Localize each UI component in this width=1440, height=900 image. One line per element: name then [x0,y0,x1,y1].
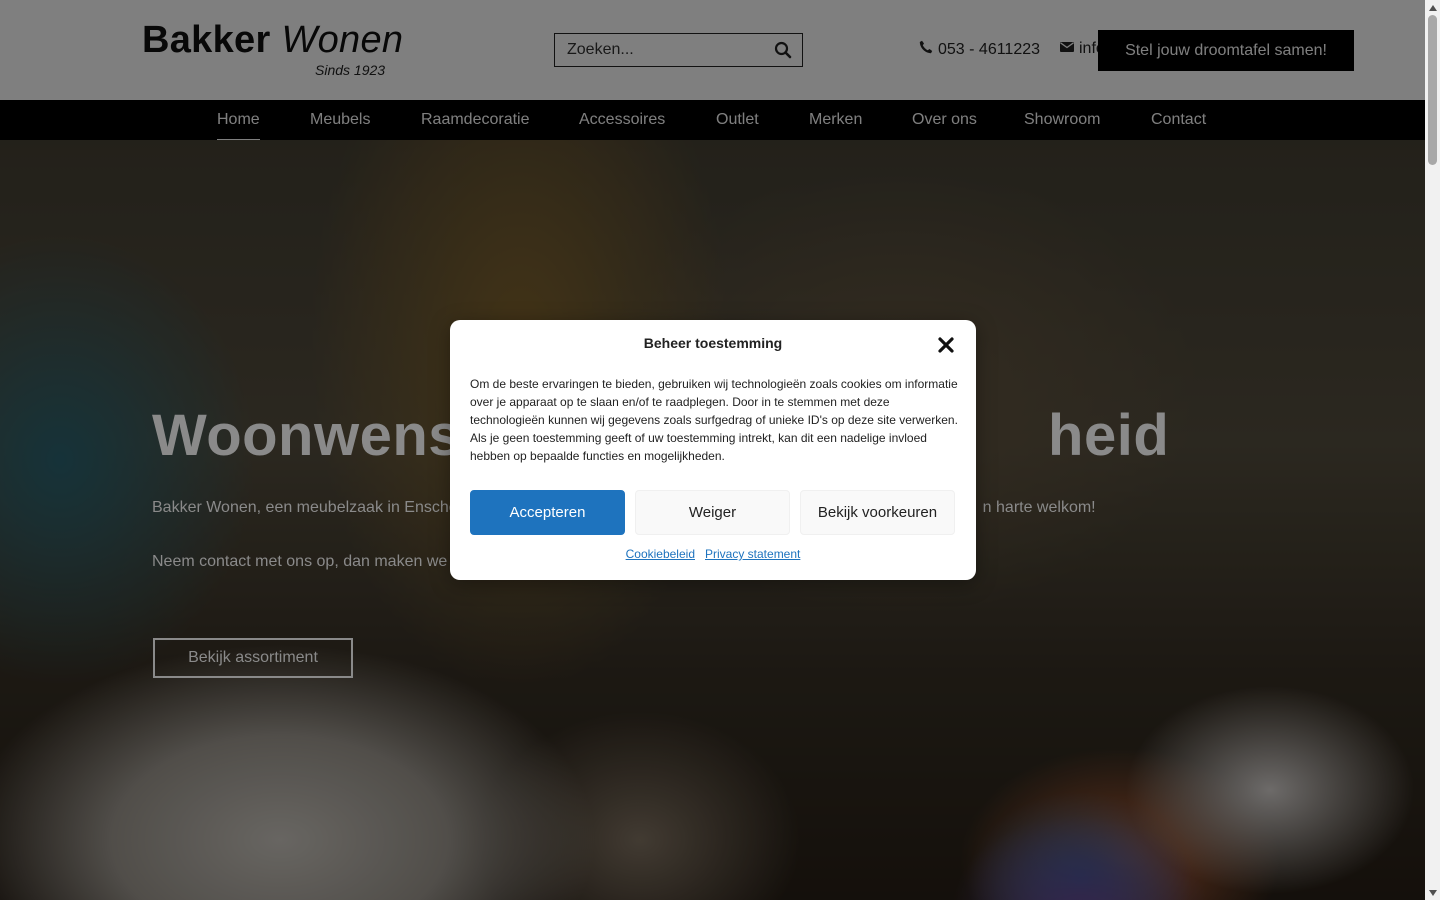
site-header: Bakker Wonen Sinds 1923 053 - 4611223 in… [0,0,1425,100]
search-icon[interactable] [774,41,792,59]
privacy-statement-link[interactable]: Privacy statement [705,547,800,561]
hero-title-left: Woonwens [152,403,462,468]
scroll-down-arrow-icon[interactable] [1425,885,1440,900]
view-assortment-button[interactable]: Bekijk assortiment [153,638,353,678]
view-preferences-button[interactable]: Bekijk voorkeuren [800,490,955,535]
scroll-up-arrow-icon[interactable] [1425,0,1440,15]
nav-item-over-ons[interactable]: Over ons [912,100,977,140]
scrollbar-thumb[interactable] [1428,15,1437,165]
search-box [554,33,803,67]
envelope-icon [1060,40,1074,58]
logo-tagline: Sinds 1923 [315,62,386,78]
phone-number: 053 - 4611223 [938,40,1041,58]
nav-item-meubels[interactable]: Meubels [310,100,370,140]
hero-intro-right: n harte welkom! [982,499,1096,516]
nav-item-raamdecoratie[interactable]: Raamdecoratie [421,100,530,140]
close-icon[interactable] [937,336,955,354]
vertical-scrollbar[interactable] [1425,0,1440,900]
email-link[interactable]: info [1060,40,1098,58]
consent-title: Beheer toestemming [643,335,783,351]
main-navigation: Home Meubels Raamdecoratie Accessoires O… [0,100,1425,140]
nav-item-accessoires[interactable]: Accessoires [579,100,665,140]
nav-item-showroom[interactable]: Showroom [1024,100,1100,140]
phone-link[interactable]: 053 - 4611223 [919,40,1040,59]
cookie-consent-dialog: Beheer toestemming Om de beste ervaringe… [450,320,976,580]
logo-word-bakker: Bakker [142,19,271,61]
hero-contact-text: Neem contact met ons op, dan maken we [152,553,448,570]
hero-title-right: heid [1048,403,1170,468]
accept-button[interactable]: Accepteren [470,490,625,535]
nav-item-outlet[interactable]: Outlet [716,100,759,140]
consent-description: Om de beste ervaringen te bieden, gebrui… [470,377,958,463]
nav-item-merken[interactable]: Merken [809,100,862,140]
cookie-policy-link[interactable]: Cookiebeleid [626,547,695,561]
nav-item-home[interactable]: Home [217,100,260,140]
logo-word-wonen: Wonen [281,19,404,61]
nav-item-contact[interactable]: Contact [1151,100,1206,140]
search-input[interactable] [555,34,765,66]
dream-table-button[interactable]: Stel jouw droomtafel samen! [1098,30,1354,71]
phone-icon [919,40,933,59]
consent-links: Cookiebeleid Privacy statement [450,547,976,561]
hero-intro-left: Bakker Wonen, een meubelzaak in Ensche [152,499,458,516]
deny-button[interactable]: Weiger [635,490,790,535]
email-address: info [1079,40,1098,57]
site-logo[interactable]: Bakker Wonen Sinds 1923 [142,19,403,80]
